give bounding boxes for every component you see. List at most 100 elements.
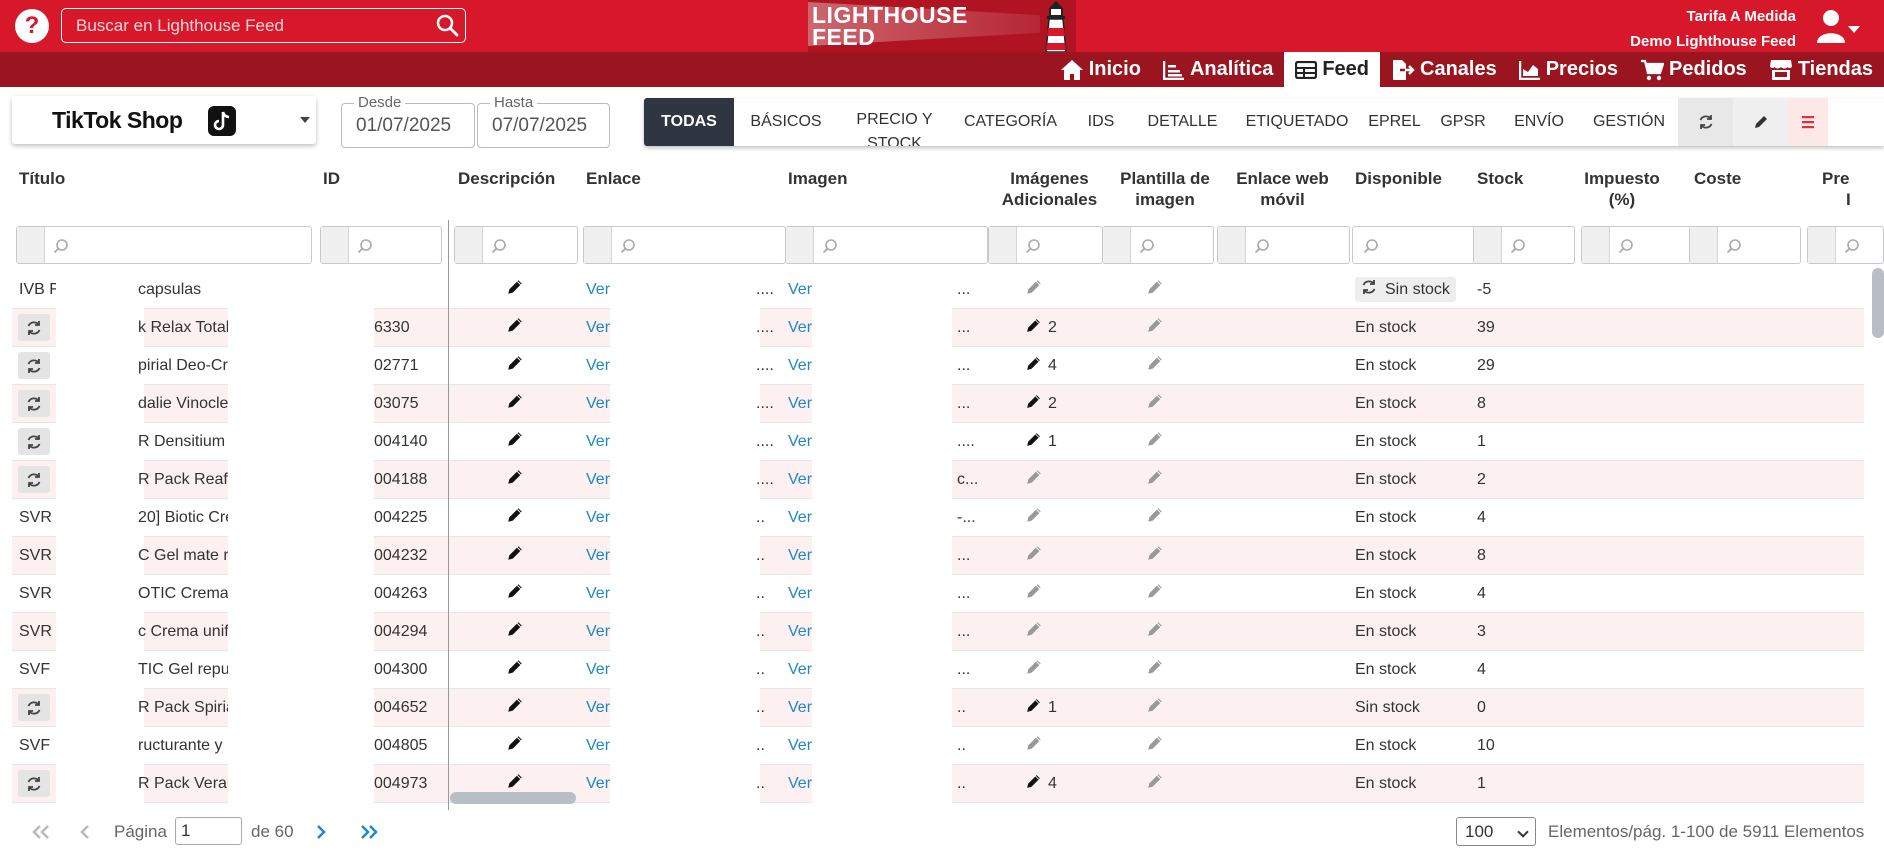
table-row[interactable]: SVR c Crema unifo 004294 Ver.. Ver... En stoc…	[12, 613, 1864, 651]
nav-canales[interactable]: Canales	[1380, 52, 1508, 87]
prev-page-button[interactable]	[70, 818, 100, 846]
edit-image-template-button[interactable]	[1146, 651, 1164, 688]
title-cell[interactable]: ructurante y re	[138, 727, 238, 764]
table-row[interactable]: SVR 20] Biotic Crem 004225 Ver.. Ver -... En s…	[12, 499, 1864, 537]
header-coste[interactable]: Coste	[1694, 168, 1741, 189]
id-cell[interactable]: 004140	[374, 423, 427, 460]
imagen-link[interactable]: Ver	[788, 689, 812, 726]
table-row[interactable]: dalie Vinoclea 03075 Ver.... Ver... 2 En stoc…	[12, 385, 1864, 423]
id-cell[interactable]: 004294	[374, 613, 427, 650]
tab-eprel[interactable]: EPREL	[1361, 98, 1428, 146]
tab-basicos[interactable]: BÁSICOS	[734, 98, 838, 146]
title-cell[interactable]: C Gel mate re	[138, 537, 238, 574]
nav-precios[interactable]: Precios	[1508, 52, 1629, 87]
edit-image-template-button[interactable]	[1146, 499, 1164, 536]
filter-type-button[interactable]	[1218, 227, 1246, 263]
enlace-link[interactable]: Ver	[586, 499, 610, 536]
availability-cell[interactable]: En stock	[1355, 347, 1416, 384]
filter-type-button[interactable]	[584, 227, 612, 263]
enlace-link[interactable]: Ver	[586, 385, 610, 422]
header-descripcion[interactable]: Descripción	[458, 168, 555, 189]
nav-analitica[interactable]: Analítica	[1152, 52, 1284, 87]
edit-additional-images-button[interactable]	[1025, 727, 1049, 764]
edit-image-template-button[interactable]	[1146, 613, 1164, 650]
stock-cell[interactable]: 10	[1477, 727, 1495, 764]
id-cell[interactable]: 004188	[374, 461, 427, 498]
edit-additional-images-button[interactable]: 4	[1025, 765, 1057, 802]
enlace-link[interactable]: Ver	[586, 651, 610, 688]
table-row[interactable]: R Pack Spirial 004652 Ver.. Ver.. 1 Sin stock…	[12, 689, 1864, 727]
tab-envio[interactable]: ENVÍO	[1498, 98, 1580, 146]
tab-precio-stock[interactable]: PRECIO Y STOCK	[838, 98, 951, 146]
edit-additional-images-button[interactable]	[1025, 499, 1049, 536]
enlace-link[interactable]: Ver	[586, 689, 610, 726]
enlace-link[interactable]: Ver	[586, 461, 610, 498]
stock-cell[interactable]: 4	[1477, 499, 1486, 536]
column-filter-input[interactable]	[785, 226, 988, 264]
row-sync-button[interactable]	[18, 461, 50, 498]
filter-type-button[interactable]	[1103, 227, 1131, 263]
imagen-link[interactable]: Ver	[788, 613, 812, 650]
column-filter-input[interactable]	[16, 226, 312, 264]
availability-cell[interactable]: En stock	[1355, 309, 1416, 346]
header-plantilla[interactable]: Plantilla de imagen	[1105, 168, 1225, 210]
nav-pedidos[interactable]: Pedidos	[1629, 52, 1758, 87]
edit-image-template-button[interactable]	[1146, 423, 1164, 460]
row-sync-button[interactable]	[18, 423, 50, 460]
edit-description-button[interactable]	[506, 499, 524, 536]
first-page-button[interactable]	[26, 818, 56, 846]
date-to-field[interactable]: Hasta 07/07/2025	[477, 94, 610, 148]
header-id[interactable]: ID	[323, 168, 340, 189]
vertical-scrollbar[interactable]	[1872, 268, 1884, 338]
imagen-link[interactable]: Ver	[788, 537, 812, 574]
search-icon[interactable]	[435, 13, 459, 37]
row-sync-button[interactable]	[18, 309, 50, 346]
edit-description-button[interactable]	[506, 385, 524, 422]
enlace-link[interactable]: Ver	[586, 537, 610, 574]
filter-type-button[interactable]	[1690, 227, 1718, 263]
edit-additional-images-button[interactable]: 2	[1025, 385, 1057, 422]
edit-image-template-button[interactable]	[1146, 727, 1164, 764]
edit-image-template-button[interactable]	[1146, 461, 1164, 498]
edit-description-button[interactable]	[506, 271, 524, 308]
enlace-link[interactable]: Ver	[586, 765, 610, 802]
tab-categoria[interactable]: CATEGORÍA	[951, 98, 1070, 146]
stock-cell[interactable]: 4	[1477, 651, 1486, 688]
edit-image-template-button[interactable]	[1146, 689, 1164, 726]
id-cell[interactable]: 004232	[374, 537, 427, 574]
imagen-link[interactable]: Ver	[788, 765, 812, 802]
stock-cell[interactable]: 3	[1477, 613, 1486, 650]
filter-type-button[interactable]	[321, 227, 349, 263]
edit-additional-images-button[interactable]: 1	[1025, 423, 1057, 460]
id-cell[interactable]: 004652	[374, 689, 427, 726]
shop-selector[interactable]: TikTok Shop	[12, 96, 316, 144]
per-page-select[interactable]: 100	[1456, 817, 1536, 846]
availability-cell[interactable]: Sin stock	[1355, 271, 1456, 308]
help-button[interactable]: ?	[15, 9, 49, 43]
edit-image-template-button[interactable]	[1146, 271, 1164, 308]
edit-description-button[interactable]	[506, 651, 524, 688]
date-to-value[interactable]: 07/07/2025	[492, 115, 587, 137]
id-cell[interactable]: 004225	[374, 499, 427, 536]
column-filter-input[interactable]	[1689, 226, 1801, 264]
header-enlace-movil[interactable]: Enlace web móvil	[1220, 168, 1345, 210]
column-filter-input[interactable]	[1102, 226, 1214, 264]
edit-description-button[interactable]	[506, 575, 524, 612]
column-filter-input[interactable]	[988, 226, 1103, 264]
table-row[interactable]: R Pack Reafirm 004188 Ver.... Ver c... En sto…	[12, 461, 1864, 499]
header-disponible[interactable]: Disponible	[1355, 168, 1442, 189]
header-imagenes-adicionales[interactable]: Imágenes Adicionales	[987, 168, 1112, 210]
column-filter-input[interactable]	[583, 226, 786, 264]
filter-type-button[interactable]	[1808, 227, 1836, 263]
row-sync-button[interactable]	[18, 765, 50, 802]
stock-cell[interactable]: 39	[1477, 309, 1495, 346]
row-sync-button[interactable]	[18, 689, 50, 726]
edit-additional-images-button[interactable]: 2	[1025, 309, 1057, 346]
edit-description-button[interactable]	[506, 347, 524, 384]
nav-tiendas[interactable]: Tiendas	[1758, 52, 1884, 87]
refresh-button[interactable]	[1678, 98, 1733, 146]
filter-type-button[interactable]	[1474, 227, 1502, 263]
enlace-link[interactable]: Ver	[586, 309, 610, 346]
availability-cell[interactable]: Sin stock	[1355, 689, 1420, 726]
imagen-link[interactable]: Ver	[788, 727, 812, 764]
